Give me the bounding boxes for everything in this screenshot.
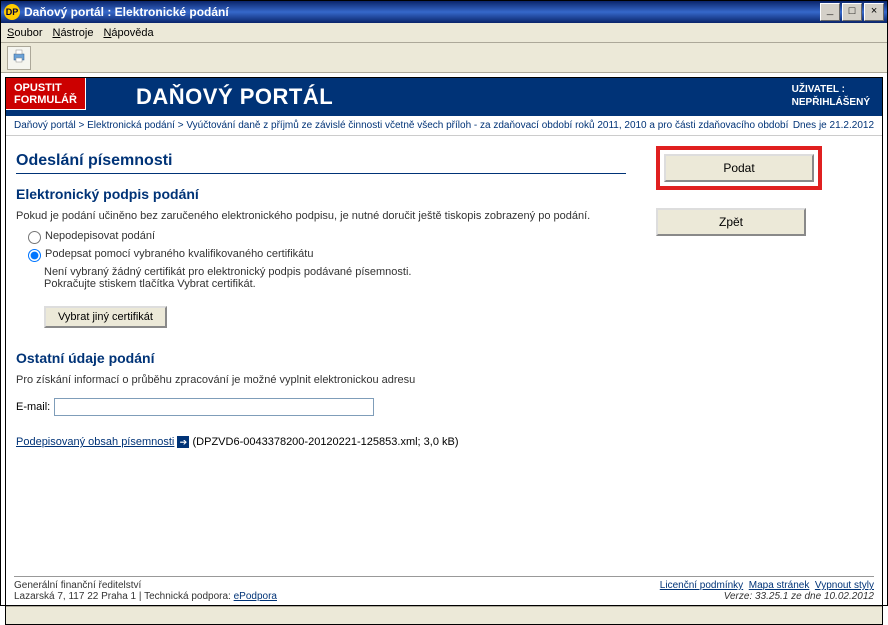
- user-status: NEPŘIHLÁŠENÝ: [792, 96, 870, 109]
- licence-link[interactable]: Licenční podmínky: [660, 580, 743, 591]
- window-titlebar: DP Daňový portál : Elektronické podání _…: [1, 1, 887, 23]
- signature-section-title: Elektronický podpis podání: [16, 186, 626, 202]
- submit-button[interactable]: Podat: [664, 154, 814, 182]
- portal-header: OPUSTIT FORMULÁŘ DAŇOVÝ PORTÁL UŽIVATEL …: [6, 78, 882, 116]
- breadcrumb-item-1[interactable]: Elektronická podání: [87, 120, 175, 131]
- radio-signed[interactable]: [28, 249, 41, 262]
- status-bar: [6, 606, 882, 624]
- cert-note-1: Není vybraný žádný certifikát pro elektr…: [44, 266, 626, 278]
- arrow-icon: ➔: [177, 436, 189, 448]
- menu-bar: Soubor Nástroje Nápověda: [1, 23, 887, 43]
- footer-left: Generální finanční ředitelství Lazarská …: [14, 580, 277, 602]
- toolbar: [1, 43, 887, 73]
- user-label: UŽIVATEL :: [792, 83, 870, 96]
- back-button[interactable]: Zpět: [656, 208, 806, 236]
- breadcrumb-item-2[interactable]: Vyúčtování daně z příjmů ze závislé činn…: [186, 120, 788, 131]
- print-button[interactable]: [7, 46, 31, 70]
- breadcrumb: Daňový portál > Elektronická podání > Vy…: [14, 120, 788, 131]
- radio-unsigned-label[interactable]: Nepodepisovat podání: [45, 230, 155, 242]
- close-button[interactable]: ×: [864, 3, 884, 21]
- menu-nastroje[interactable]: Nástroje: [52, 27, 93, 39]
- nostyle-link[interactable]: Vypnout styly: [815, 580, 874, 591]
- select-cert-button[interactable]: Vybrat jiný certifikát: [44, 306, 167, 328]
- exit-line2: FORMULÁŘ: [14, 94, 77, 106]
- maximize-button[interactable]: □: [842, 3, 862, 21]
- footer-right: Licenční podmínky Mapa stránek Vypnout s…: [660, 580, 874, 602]
- radio-unsigned[interactable]: [28, 231, 41, 244]
- action-panel: Podat Zpět: [656, 146, 826, 572]
- signed-content-link[interactable]: Podepisovaný obsah písemnosti: [16, 436, 174, 448]
- cert-note-2: Pokračujte stiskem tlačítka Vybrat certi…: [44, 278, 626, 290]
- other-data-body: Pro získání informací o průběhu zpracová…: [16, 374, 626, 386]
- email-field[interactable]: [54, 398, 374, 416]
- exit-form-button[interactable]: OPUSTIT FORMULÁŘ: [6, 78, 86, 110]
- footer-addr: Lazarská 7, 117 22 Praha 1 | Technická p…: [14, 591, 234, 602]
- portal-title: DAŇOVÝ PORTÁL: [136, 84, 333, 110]
- content-frame: OPUSTIT FORMULÁŘ DAŇOVÝ PORTÁL UŽIVATEL …: [5, 77, 883, 625]
- printer-icon: [11, 48, 27, 67]
- signed-content-meta: (DPZVD6-0043378200-20120221-125853.xml; …: [193, 436, 459, 448]
- signature-body: Pokud je podání učiněno bez zaručeného e…: [16, 210, 626, 222]
- other-data-title: Ostatní údaje podání: [16, 350, 626, 366]
- page-footer: Generální finanční ředitelství Lazarská …: [14, 576, 874, 602]
- submit-highlight: Podat: [656, 146, 822, 190]
- version-text: Verze: 33.25.1 ze dne 10.02.2012: [660, 591, 874, 602]
- main-form: Odeslání písemnosti Elektronický podpis …: [16, 146, 626, 572]
- footer-org: Generální finanční ředitelství: [14, 580, 277, 591]
- page-title: Odeslání písemnosti: [16, 152, 626, 174]
- email-label: E-mail:: [16, 401, 50, 413]
- app-icon: DP: [4, 4, 20, 20]
- exit-line1: OPUSTIT: [14, 82, 77, 94]
- window-controls: _ □ ×: [820, 3, 884, 21]
- support-link[interactable]: ePodpora: [234, 591, 277, 602]
- menu-napoveda[interactable]: Nápověda: [103, 27, 153, 39]
- menu-soubor[interactable]: Soubor: [7, 27, 42, 39]
- breadcrumb-item-0[interactable]: Daňový portál: [14, 120, 76, 131]
- radio-signed-label[interactable]: Podepsat pomocí vybraného kvalifikovanéh…: [45, 248, 313, 260]
- breadcrumb-bar: Daňový portál > Elektronická podání > Vy…: [6, 116, 882, 136]
- sitemap-link[interactable]: Mapa stránek: [749, 580, 810, 591]
- user-info: UŽIVATEL : NEPŘIHLÁŠENÝ: [792, 83, 870, 109]
- window-title: Daňový portál : Elektronické podání: [24, 5, 820, 19]
- minimize-button[interactable]: _: [820, 3, 840, 21]
- current-date: Dnes je 21.2.2012: [793, 120, 874, 131]
